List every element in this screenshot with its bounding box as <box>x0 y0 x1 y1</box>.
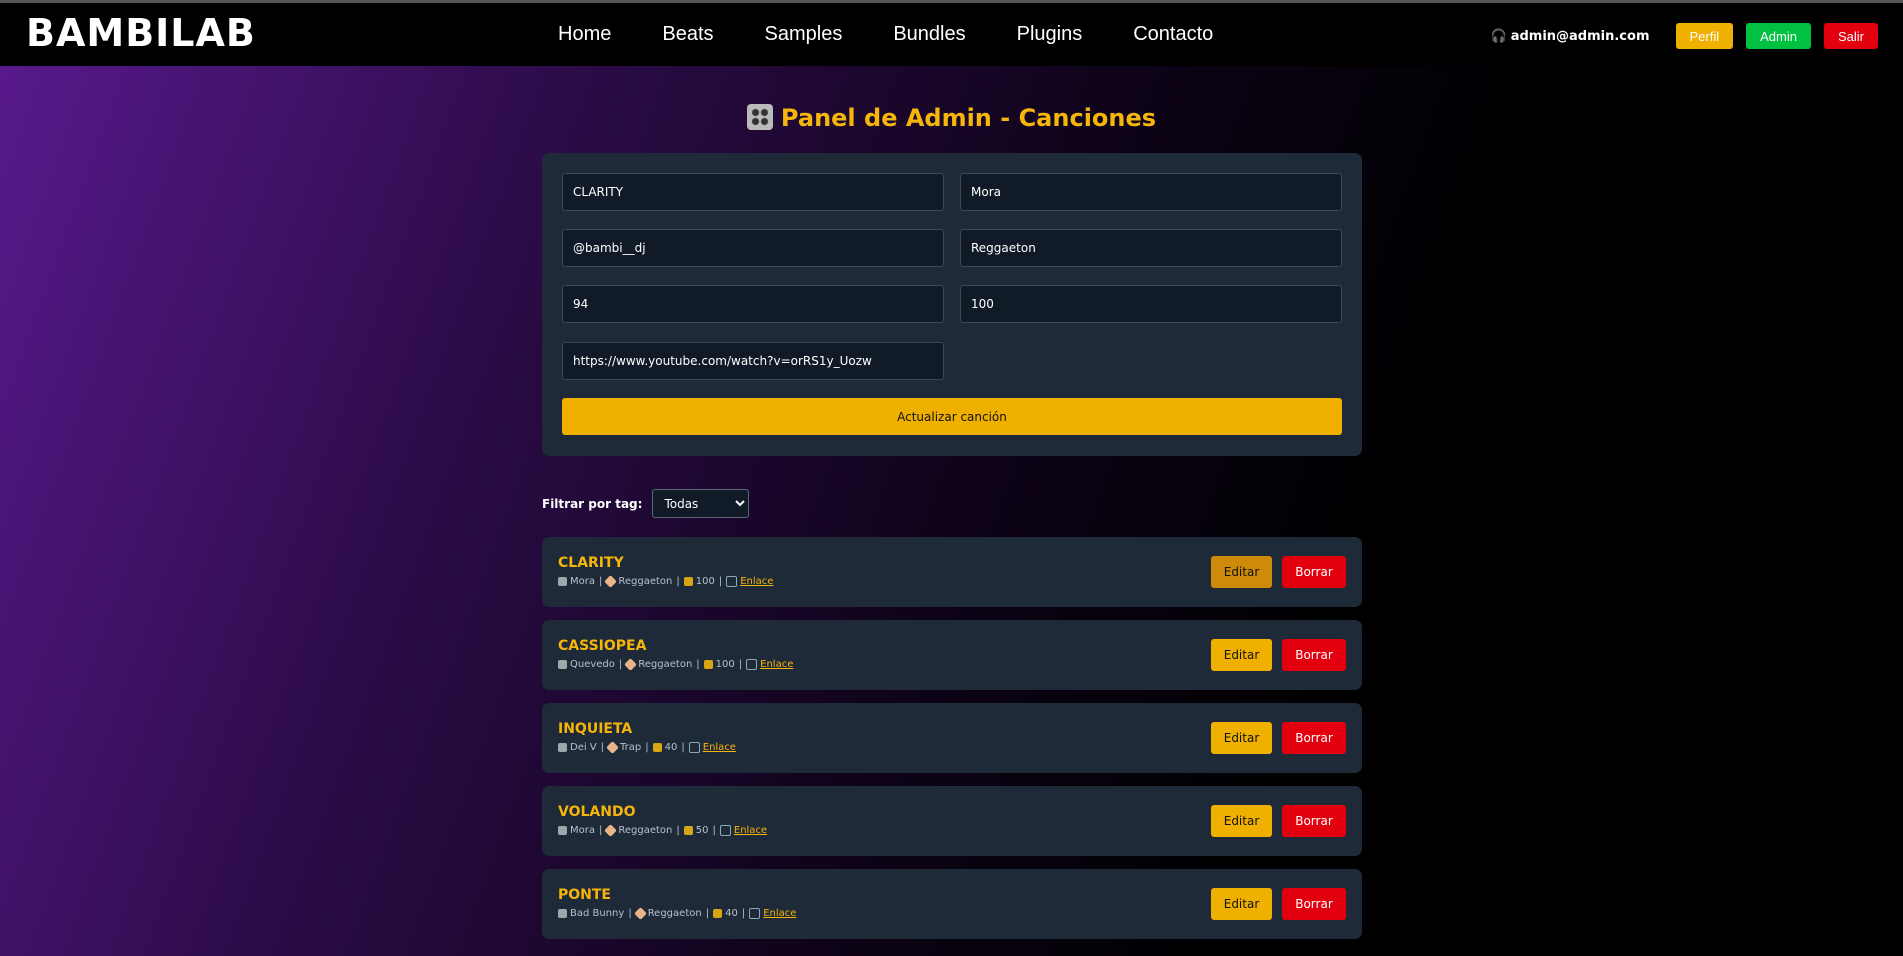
nav-link-bundles[interactable]: Bundles <box>893 23 965 46</box>
money-bag-icon <box>713 909 723 918</box>
song-artist: Mora <box>570 825 595 836</box>
link-icon <box>688 742 700 753</box>
microphone-icon <box>558 577 567 586</box>
tag-icon <box>604 824 618 837</box>
money-bag-icon <box>683 577 693 586</box>
page-title: Panel de Admin - Canciones <box>0 104 1903 132</box>
money-bag-icon <box>683 826 693 835</box>
song-artist: Dei V <box>570 742 597 753</box>
song-price: 100 <box>695 576 715 587</box>
song-price: 100 <box>715 659 735 670</box>
song-name: VOLANDO <box>558 804 636 820</box>
song-meta: Mora | Reggaeton | 100 | Enlace <box>558 575 773 588</box>
edit-button[interactable]: Editar <box>1211 888 1272 920</box>
microphone-icon <box>558 826 567 835</box>
link-icon <box>749 908 761 919</box>
song-tag: Reggaeton <box>638 659 693 670</box>
tag-icon <box>606 741 619 754</box>
song-meta: Bad Bunny | Reggaeton | 40 | Enlace <box>558 907 796 920</box>
song-name: CLARITY <box>558 555 624 571</box>
song-artist: Bad Bunny <box>570 908 625 919</box>
perfil-button[interactable]: Perfil <box>1675 23 1734 49</box>
song-meta: Mora | Reggaeton | 50 | Enlace <box>558 824 767 837</box>
song-link[interactable]: Enlace <box>760 659 793 670</box>
song-item: PONTE Bad Bunny | Reggaeton | 40 | Enlace Edit… <box>542 869 1362 939</box>
edit-button[interactable]: Editar <box>1211 556 1272 588</box>
tag-icon <box>604 575 618 588</box>
song-item: VOLANDO Mora | Reggaeton | 50 | Enlace Editar … <box>542 786 1362 856</box>
song-item: CASSIOPEA Quevedo | Reggaeton | 100 | Enlace E… <box>542 620 1362 690</box>
song-meta: Dei V | Trap | 40 | Enlace <box>558 741 736 754</box>
song-tag: Reggaeton <box>618 576 673 587</box>
nav-link-samples[interactable]: Samples <box>765 23 843 46</box>
control-knobs-icon <box>746 104 773 130</box>
delete-button[interactable]: Borrar <box>1282 556 1346 588</box>
song-form: Actualizar canción <box>542 153 1362 456</box>
delete-button[interactable]: Borrar <box>1282 639 1346 671</box>
nav-link-contacto[interactable]: Contacto <box>1133 23 1213 46</box>
admin-button[interactable]: Admin <box>1746 23 1811 49</box>
price-input[interactable] <box>960 285 1342 323</box>
money-bag-icon <box>652 743 662 752</box>
delete-button[interactable]: Borrar <box>1282 888 1346 920</box>
edit-button[interactable]: Editar <box>1211 805 1272 837</box>
song-link[interactable]: Enlace <box>763 908 796 919</box>
link-icon <box>719 825 731 836</box>
song-price: 40 <box>725 908 738 919</box>
microphone-icon <box>558 743 567 752</box>
nav-links: Home Beats Samples Bundles Plugins Conta… <box>558 23 1264 46</box>
song-link[interactable]: Enlace <box>734 825 767 836</box>
artist-input[interactable] <box>960 173 1342 211</box>
song-item: CLARITY Mora | Reggaeton | 100 | Enlace Editar… <box>542 537 1362 607</box>
song-tag: Reggaeton <box>618 825 673 836</box>
song-meta: Quevedo | Reggaeton | 100 | Enlace <box>558 658 793 671</box>
filter-label: Filtrar por tag: <box>542 496 643 511</box>
song-artist: Mora <box>570 576 595 587</box>
headphones-icon: 🎧 <box>1490 28 1507 44</box>
song-price: 40 <box>664 742 678 753</box>
song-name: CASSIOPEA <box>558 638 647 654</box>
money-bag-icon <box>703 660 713 669</box>
link-icon <box>726 576 738 587</box>
url-input[interactable] <box>562 342 944 380</box>
song-artist: Quevedo <box>570 659 615 670</box>
nav-link-plugins[interactable]: Plugins <box>1017 23 1083 46</box>
song-list: CLARITY Mora | Reggaeton | 100 | Enlace Editar… <box>542 537 1362 952</box>
navbar: BAMBILAB Home Beats Samples Bundles Plug… <box>0 3 1903 66</box>
producer-input[interactable] <box>562 229 944 267</box>
edit-button[interactable]: Editar <box>1211 722 1272 754</box>
tag-filter-select[interactable]: Todas <box>652 489 750 518</box>
song-link[interactable]: Enlace <box>703 742 736 753</box>
user-area: 🎧 admin@admin.com Perfil Admin Salir <box>1491 23 1878 49</box>
delete-button[interactable]: Borrar <box>1282 805 1346 837</box>
song-price: 50 <box>695 825 709 836</box>
nav-link-home[interactable]: Home <box>558 23 611 46</box>
microphone-icon <box>558 660 567 669</box>
song-item: INQUIETA Dei V | Trap | 40 | Enlace Editar Bor… <box>542 703 1362 773</box>
tag-filter: Filtrar por tag: Todas <box>542 489 750 518</box>
song-tag: Reggaeton <box>647 908 702 919</box>
song-name: INQUIETA <box>558 721 633 737</box>
tag-icon <box>624 658 638 671</box>
song-name: PONTE <box>558 887 611 903</box>
title-input[interactable] <box>562 173 944 211</box>
link-icon <box>746 659 758 670</box>
edit-button[interactable]: Editar <box>1211 639 1272 671</box>
delete-button[interactable]: Borrar <box>1282 722 1346 754</box>
song-tag: Trap <box>620 742 642 753</box>
tag-icon <box>633 907 647 920</box>
microphone-icon <box>558 909 567 918</box>
genre-input[interactable] <box>960 229 1342 267</box>
user-email: 🎧 admin@admin.com <box>1491 29 1650 44</box>
brand-logo[interactable]: BAMBILAB <box>26 11 256 55</box>
update-song-button[interactable]: Actualizar canción <box>562 398 1342 435</box>
song-link[interactable]: Enlace <box>740 576 773 587</box>
user-email-text: admin@admin.com <box>1510 28 1650 44</box>
nav-link-beats[interactable]: Beats <box>662 23 713 46</box>
page-title-text: Panel de Admin - Canciones <box>780 104 1157 132</box>
bpm-input[interactable] <box>562 285 944 323</box>
salir-button[interactable]: Salir <box>1823 23 1878 49</box>
